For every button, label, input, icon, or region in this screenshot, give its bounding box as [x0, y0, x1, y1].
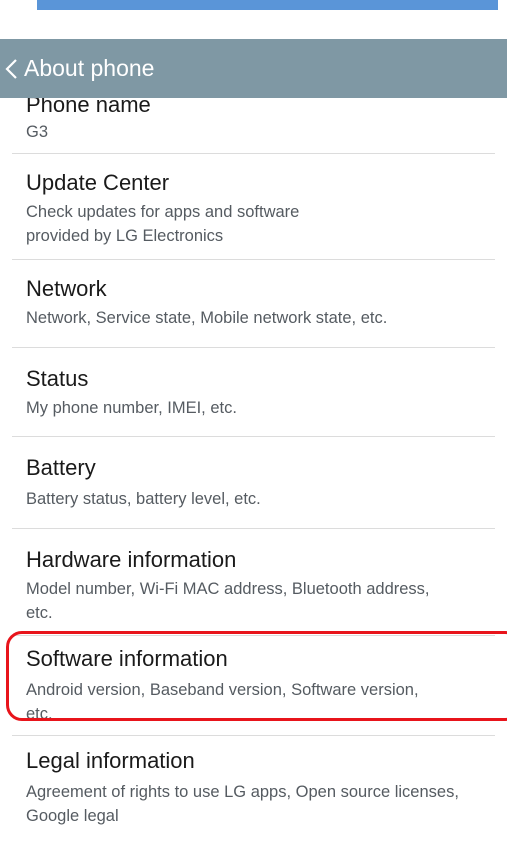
list-item-title: Hardware information: [26, 547, 237, 572]
back-button[interactable]: [0, 39, 18, 98]
list-item-legal-information[interactable]: Legal information Agreement of rights to…: [0, 736, 507, 842]
list-item-subtitle: G3: [26, 123, 49, 141]
list-item-title: Software information: [26, 646, 228, 671]
list-item-title: Battery: [26, 455, 96, 480]
list-item-subtitle: Check updates for apps and software prov…: [26, 203, 300, 245]
list-item-status[interactable]: Status My phone number, IMEI, etc.: [0, 348, 507, 436]
status-bar-strip: [37, 0, 498, 10]
list-item-title: Legal information: [26, 748, 195, 773]
list-item-title: Update Center: [26, 170, 170, 195]
list-item-subtitle: Agreement of rights to use LG apps, Open…: [26, 783, 459, 825]
list-item-network[interactable]: Network Network, Service state, Mobile n…: [0, 260, 507, 347]
settings-list: Phone name G3 Update Center Check update…: [0, 98, 507, 842]
list-item-subtitle: Network, Service state, Mobile network s…: [26, 309, 388, 327]
list-item-subtitle: Android version, Baseband version, Softw…: [26, 681, 419, 723]
list-item-update-center[interactable]: Update Center Check updates for apps and…: [0, 154, 507, 259]
list-item-software-information[interactable]: Software information Android version, Ba…: [0, 636, 507, 736]
page-title: About phone: [24, 55, 155, 81]
action-bar: About phone: [0, 39, 507, 98]
list-item-subtitle: My phone number, IMEI, etc.: [26, 399, 237, 417]
chevron-left-icon: [5, 58, 17, 79]
list-item-phone-name[interactable]: Phone name G3: [0, 98, 507, 153]
list-item-hardware-information[interactable]: Hardware information Model number, Wi-Fi…: [0, 529, 507, 635]
list-item-title: Status: [26, 366, 89, 391]
list-item-battery[interactable]: Battery Battery status, battery level, e…: [0, 437, 507, 528]
list-item-title: Phone name: [26, 98, 151, 117]
list-item-subtitle: Model number, Wi-Fi MAC address, Bluetoo…: [26, 580, 430, 622]
list-item-title: Network: [26, 276, 107, 301]
list-item-subtitle: Battery status, battery level, etc.: [26, 490, 261, 508]
